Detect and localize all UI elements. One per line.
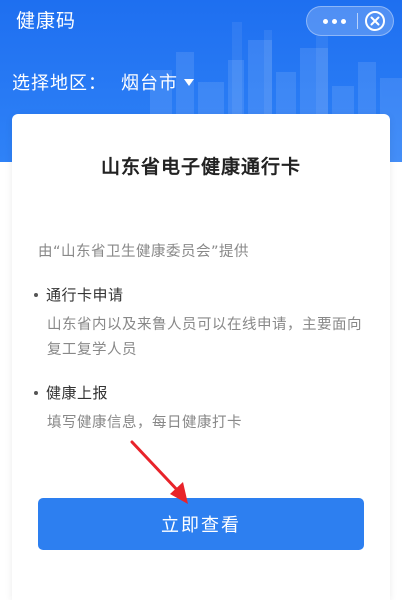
region-value[interactable]: 烟台市 [121,69,178,95]
bullet-dot [34,390,38,395]
health-card-panel: 山东省电子健康通行卡 由“山东省卫生健康委员会”提供 通行卡申请 山东省内以及来… [12,114,390,600]
capsule-divider [357,13,358,29]
view-now-button[interactable]: 立即查看 [38,498,364,550]
caret-down-icon[interactable] [184,78,194,86]
feature-description: 填写健康信息，每日健康打卡 [47,415,242,431]
close-circle-icon[interactable] [364,10,386,32]
region-selector[interactable]: 选择地区： 烟台市 [12,68,194,96]
bullet-dot [34,292,38,297]
more-dots-icon[interactable] [317,7,351,35]
mini-program-capsule [306,6,394,36]
app-title: 健康码 [16,10,77,32]
feature-title: 通行卡申请 [46,286,124,304]
feature-description: 山东省内以及来鲁人员可以在线申请，主要面向复工复学人员 [47,317,362,358]
feature-health-report: 健康上报 填写健康信息，每日健康打卡 [34,382,367,436]
region-label: 选择地区： [12,73,107,94]
feature-title: 健康上报 [46,384,109,402]
feature-pass-application: 通行卡申请 山东省内以及来鲁人员可以在线申请，主要面向复工复学人员 [34,284,367,363]
provider-text: 由“山东省卫生健康委员会”提供 [38,244,250,260]
card-title: 山东省电子健康通行卡 [100,156,301,178]
